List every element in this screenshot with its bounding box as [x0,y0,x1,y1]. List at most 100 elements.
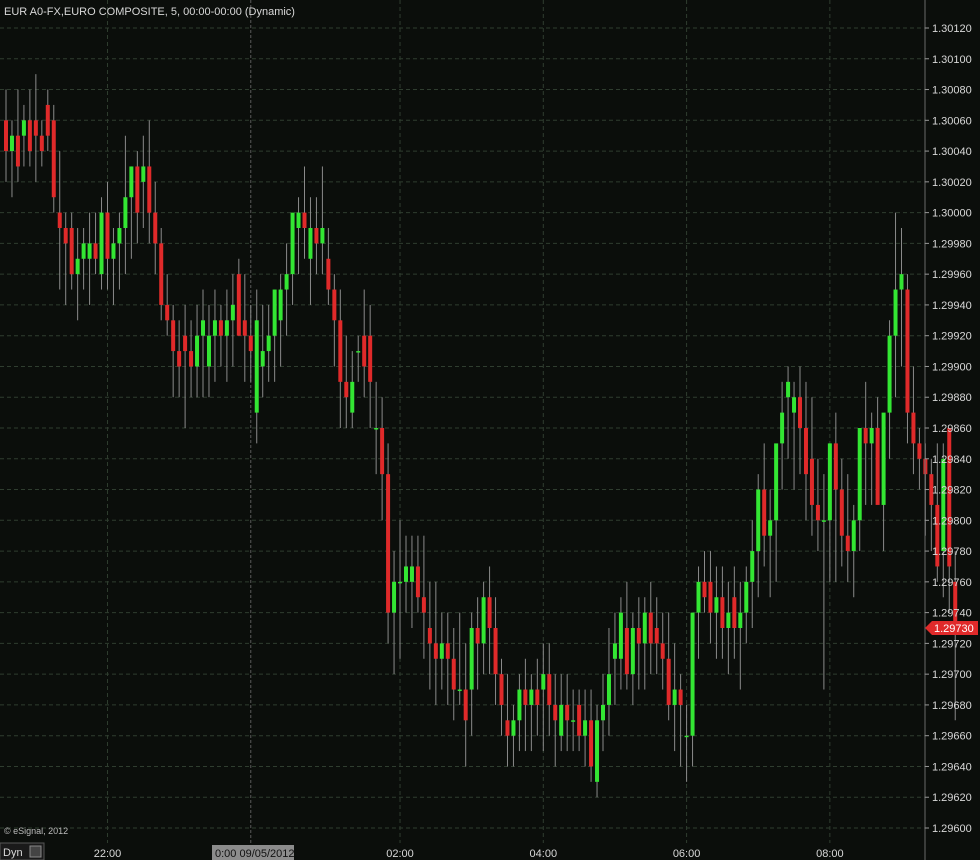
candle-body-down [732,597,737,628]
candle-body-down [105,212,110,259]
candle-body-down [636,628,641,644]
candle-body-down [302,212,307,228]
y-tick-label: 1.30120 [932,23,972,35]
y-tick-label: 1.29640 [932,761,972,773]
candle-body-down [27,120,32,152]
candle-body-up [780,412,785,444]
candle-body-down [153,212,158,244]
candle-body-down [33,120,38,136]
candle-body-down [218,320,223,336]
cursor-date: 0:00 09/05/2012 [212,845,295,860]
candle-body-up [87,243,92,259]
candle-body-down [845,535,850,552]
candle-body-up [786,381,791,398]
candle-body-up [774,443,779,521]
candle-body-down [338,320,343,382]
candle-body-down [4,120,8,152]
candle-body-up [541,674,546,690]
candle-body-up [869,428,874,444]
y-tick-label: 1.29920 [932,331,972,343]
y-tick-label: 1.29680 [932,700,972,712]
candle-body-up [511,720,516,736]
candle-body-down [648,612,653,644]
candle-body-down [654,628,659,644]
y-tick-label: 1.29660 [932,731,972,743]
candle-body-up [612,643,617,659]
candle-body-up [278,289,283,321]
candle-body-up [726,612,731,628]
candle-body-down [708,581,713,613]
candle [51,104,56,213]
candle-body-up [290,212,295,275]
candle-body-down [523,689,528,705]
candle-body-up [230,304,235,321]
candle-body-down [248,335,253,352]
candle-body-up [260,351,265,367]
y-tick-label: 1.29780 [932,546,972,558]
y-tick-label: 1.29880 [932,392,972,404]
candle-body-up [224,320,229,336]
lock-icon[interactable] [29,845,42,858]
y-tick-label: 1.29700 [932,669,972,681]
y-tick-label: 1.29600 [932,823,972,835]
y-tick-label: 1.29620 [932,792,972,804]
y-tick-label: 1.29720 [932,638,972,650]
candle-body-up [714,597,719,613]
candle-body-down [51,120,56,198]
candle-body-down [63,228,68,244]
candle-body-up [583,720,588,736]
candle-body-up [529,689,534,705]
candle-body-down [171,320,176,352]
candle-body-up [398,581,403,584]
candle-body-down [875,428,880,505]
candle-body-up [308,228,313,259]
candle-body-up [129,166,134,198]
candle-body-down [535,689,540,705]
candle-body-down [678,689,683,705]
candle-body-down [493,628,498,675]
candle-body-up [881,412,886,505]
candle-body-up [672,689,677,705]
candle-body-down [589,720,594,767]
x-tick-label: 08:00 [816,848,844,860]
candle-body-up [571,720,576,722]
candle-body-up [756,489,761,552]
candle-body-down [427,628,432,644]
y-tick-label: 1.30040 [932,146,972,158]
candle-body-up [941,458,946,552]
y-tick-label: 1.29740 [932,608,972,620]
y-tick-label: 1.29940 [932,300,972,312]
candle-body-up [642,612,647,644]
candle-body-down [159,243,164,305]
candle-body-up [284,274,289,290]
y-tick-label: 1.29840 [932,454,972,466]
candle-body-up [684,735,689,738]
y-tick-label: 1.30100 [932,54,972,66]
chart-background [0,0,980,860]
chart-title: EUR A0-FX,EURO COMPOSITE, 5, 00:00-00:00… [4,6,295,18]
candle-body-up [403,566,408,582]
candle-body-down [165,304,170,321]
candle-body-down [368,335,373,382]
candle-body-down [762,489,767,536]
y-tick-label: 1.30060 [932,115,972,127]
dyn-button-group[interactable]: Dyn [0,842,45,860]
y-tick-label: 1.30000 [932,208,972,220]
candle-body-up [111,243,116,259]
candle-body-up [744,581,749,613]
candle-body-up [374,428,379,430]
candle-body-up [99,212,104,275]
candle-body-down [135,166,140,213]
candle-body-down [344,381,349,398]
candle-body-down [57,212,62,228]
candle-body-down [183,335,188,352]
candle-body-up [738,612,743,628]
dyn-button-label: Dyn [3,847,23,859]
cursor-date-label: 0:00 09/05/2012 [215,848,295,860]
candle-body-down [553,704,558,721]
candle-body-up [517,689,522,721]
candle-body-up [75,258,80,275]
candle-body-up [350,381,355,413]
candle-body-down [911,412,916,444]
candle-body-up [899,274,904,290]
